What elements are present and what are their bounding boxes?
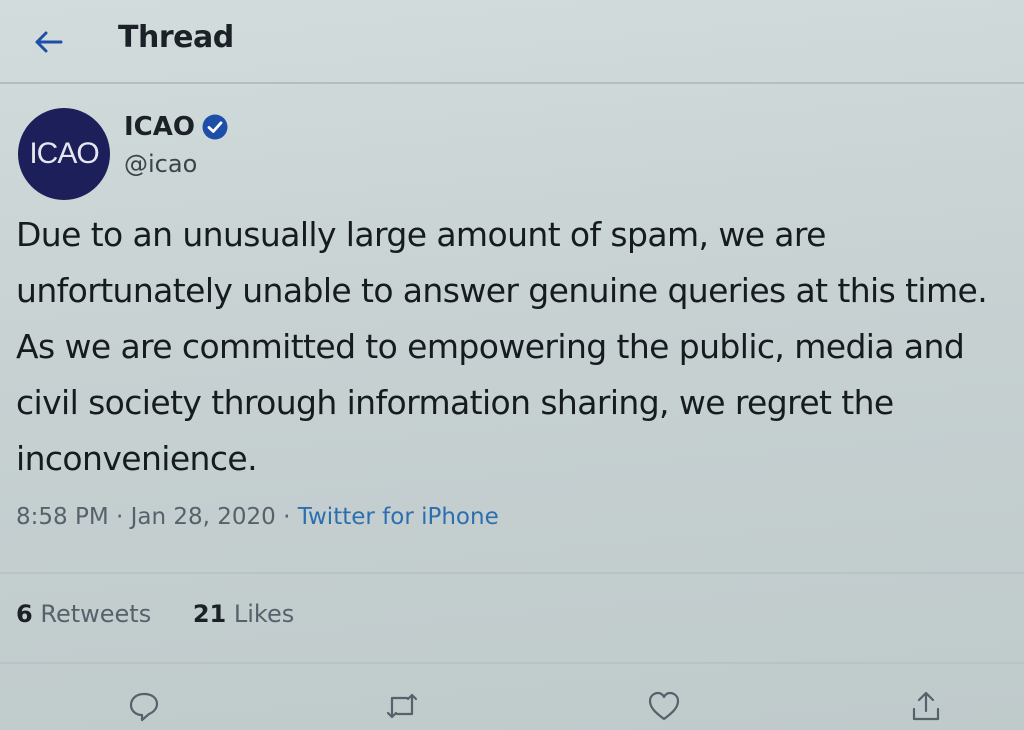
verified-badge-icon xyxy=(202,114,228,140)
header: Thread xyxy=(0,0,1024,84)
tweet-screen: Thread ICAO ICAO @icao Due to an unusual… xyxy=(0,0,1024,730)
action-bar xyxy=(0,680,1024,730)
display-name: ICAO xyxy=(124,112,195,142)
tweet-date[interactable]: Jan 28, 2020 xyxy=(131,504,276,530)
likes-stat[interactable]: 21 Likes xyxy=(193,600,294,628)
share-button[interactable] xyxy=(906,686,946,726)
tweet-stats: 6 Retweets 21 Likes xyxy=(16,600,328,628)
divider xyxy=(0,662,1024,664)
likes-count: 21 xyxy=(192,600,227,628)
avatar-text: ICAO xyxy=(29,137,99,170)
divider xyxy=(0,572,1024,574)
back-button[interactable] xyxy=(30,24,66,60)
tweet-meta: 8:58 PM · Jan 28, 2020 · Twitter for iPh… xyxy=(16,504,499,530)
header-title: Thread xyxy=(118,20,234,55)
tweet-source[interactable]: Twitter for iPhone xyxy=(298,504,499,530)
tweet-time[interactable]: 8:58 PM xyxy=(16,504,109,530)
meta-separator: · xyxy=(116,504,131,530)
retweets-stat[interactable]: 6 Retweets xyxy=(16,600,151,628)
reply-icon xyxy=(129,692,159,722)
like-icon xyxy=(648,691,680,721)
retweets-count: 6 xyxy=(16,600,33,628)
share-icon xyxy=(912,691,940,721)
retweet-icon xyxy=(386,693,418,719)
avatar[interactable]: ICAO xyxy=(18,108,110,200)
meta-separator: · xyxy=(283,504,298,530)
likes-label: Likes xyxy=(233,600,295,628)
retweets-label: Retweets xyxy=(40,600,152,628)
retweet-button[interactable] xyxy=(382,686,422,726)
reply-button[interactable] xyxy=(124,686,164,726)
arrow-left-icon xyxy=(35,31,63,53)
like-button[interactable] xyxy=(644,686,684,726)
author-name-row[interactable]: ICAO xyxy=(124,112,229,142)
author-handle[interactable]: @icao xyxy=(124,150,197,178)
tweet-text: Due to an unusually large amount of spam… xyxy=(16,215,988,478)
